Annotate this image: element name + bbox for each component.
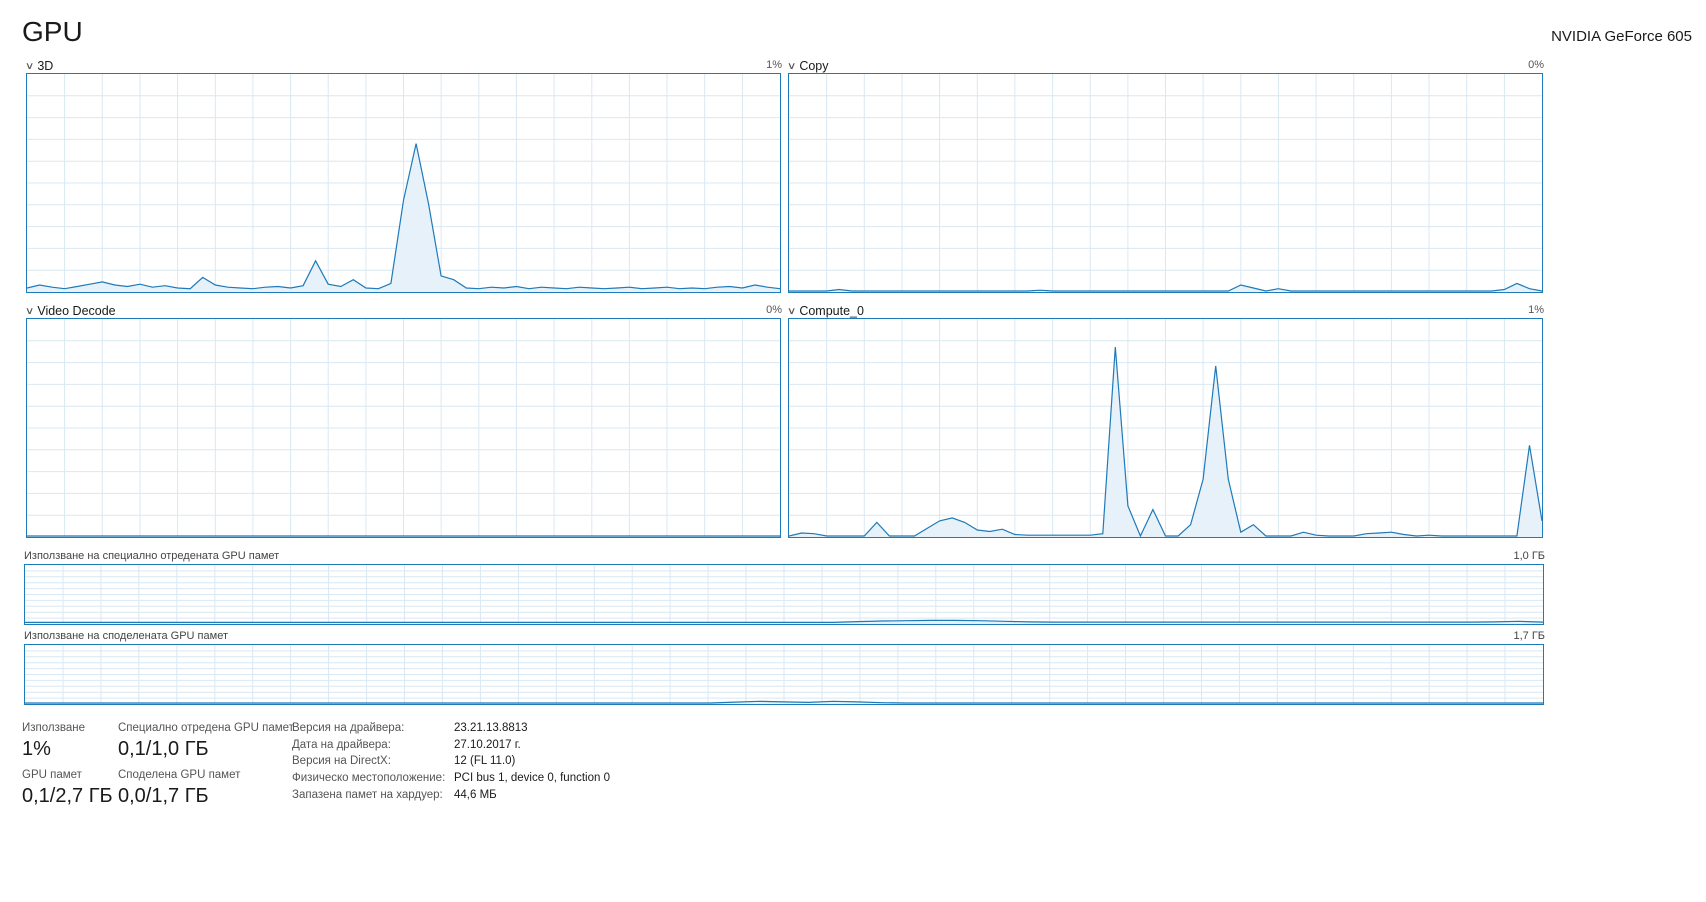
engine-name: Video Decode — [37, 304, 116, 318]
hardware-reserved-memory-label: Запазена памет на хардуер: — [292, 789, 443, 801]
chevron-down-icon: ∨ — [24, 305, 35, 317]
utilization-graph — [27, 319, 780, 537]
engine-name: Copy — [799, 59, 829, 73]
engine-name: Compute_0 — [799, 304, 864, 318]
engine-graph-compute-0 — [788, 318, 1543, 538]
engine-percent: 1% — [766, 59, 782, 71]
engine-selector-3d[interactable]: ∨ 3D — [24, 58, 54, 74]
utilization-graph — [27, 74, 780, 292]
dedicated-memory-max: 1,0 ГБ — [1513, 550, 1545, 562]
physical-location-label: Физическо местоположение: — [292, 772, 446, 784]
chevron-down-icon: ∨ — [24, 60, 35, 72]
physical-location-value: PCI bus 1, device 0, function 0 — [454, 772, 610, 784]
directx-version-label: Версия на DirectX: — [292, 755, 391, 767]
utilization-label: Използване — [22, 722, 86, 734]
device-name: NVIDIA GeForce 605 — [1551, 28, 1692, 45]
engine-percent: 0% — [766, 304, 782, 316]
memory-graph — [25, 565, 1543, 624]
engine-graph-video-decode — [26, 318, 781, 538]
gpu-memory-value: 0,1/2,7 ГБ — [22, 785, 113, 807]
dedicated-memory-label: Използване на специално отредената GPU п… — [24, 550, 280, 562]
engine-name: 3D — [37, 59, 54, 73]
dedicated-memory-stat-value: 0,1/1,0 ГБ — [118, 738, 209, 760]
shared-memory-max: 1,7 ГБ — [1513, 630, 1545, 642]
shared-memory-label: Използване на споделената GPU памет — [24, 630, 228, 642]
memory-graph — [25, 645, 1543, 704]
page-title: GPU — [22, 16, 83, 47]
shared-memory-stat-label: Споделена GPU памет — [118, 769, 241, 781]
engine-selector-copy[interactable]: ∨ Copy — [786, 58, 829, 74]
driver-date-label: Дата на драйвера: — [292, 739, 391, 751]
gpu-memory-label: GPU памет — [22, 769, 82, 781]
engine-selector-compute-0[interactable]: ∨ Compute_0 — [786, 303, 864, 319]
utilization-graph — [789, 74, 1542, 292]
driver-version-label: Версия на драйвера: — [292, 722, 405, 734]
dedicated-memory-graph — [24, 564, 1544, 625]
shared-memory-graph — [24, 644, 1544, 705]
driver-version-value: 23.21.13.8813 — [454, 722, 528, 734]
directx-version-value: 12 (FL 11.0) — [454, 755, 516, 767]
engine-graph-3d — [26, 73, 781, 293]
engine-percent: 1% — [1528, 304, 1544, 316]
dedicated-memory-stat-label: Специално отредена GPU памет — [118, 722, 294, 734]
driver-date-value: 27.10.2017 г. — [454, 739, 521, 751]
utilization-value: 1% — [22, 738, 51, 760]
chevron-down-icon: ∨ — [786, 60, 797, 72]
shared-memory-stat-value: 0,0/1,7 ГБ — [118, 785, 209, 807]
hardware-reserved-memory-value: 44,6 МБ — [454, 789, 497, 801]
engine-percent: 0% — [1528, 59, 1544, 71]
engine-graph-copy — [788, 73, 1543, 293]
engine-selector-video-decode[interactable]: ∨ Video Decode — [24, 303, 116, 319]
utilization-graph — [789, 319, 1542, 537]
chevron-down-icon: ∨ — [786, 305, 797, 317]
